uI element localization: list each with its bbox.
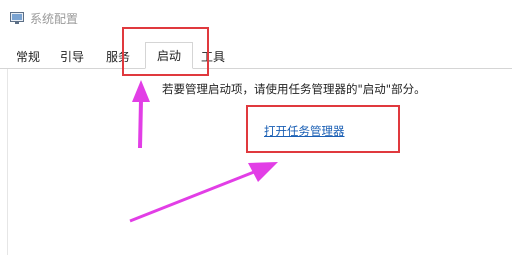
title-bar: 系统配置 [0, 0, 512, 38]
tab-boot[interactable]: 引导 [52, 46, 92, 68]
tab-label: 引导 [59, 50, 84, 64]
tab-general[interactable]: 常规 [8, 46, 48, 68]
tab-strip: 常规 引导 服务 启动 工具 [0, 38, 512, 69]
link-highlight [246, 105, 400, 153]
tab-label: 启动 [156, 49, 181, 63]
tab-startup[interactable]: 启动 [145, 42, 193, 69]
system-config-icon [10, 12, 24, 24]
startup-info-text: 若要管理启动项，请使用任务管理器的"启动"部分。 [162, 82, 426, 96]
panel-border [7, 69, 8, 255]
window-title: 系统配置 [30, 12, 79, 26]
tab-label: 常规 [15, 50, 40, 64]
